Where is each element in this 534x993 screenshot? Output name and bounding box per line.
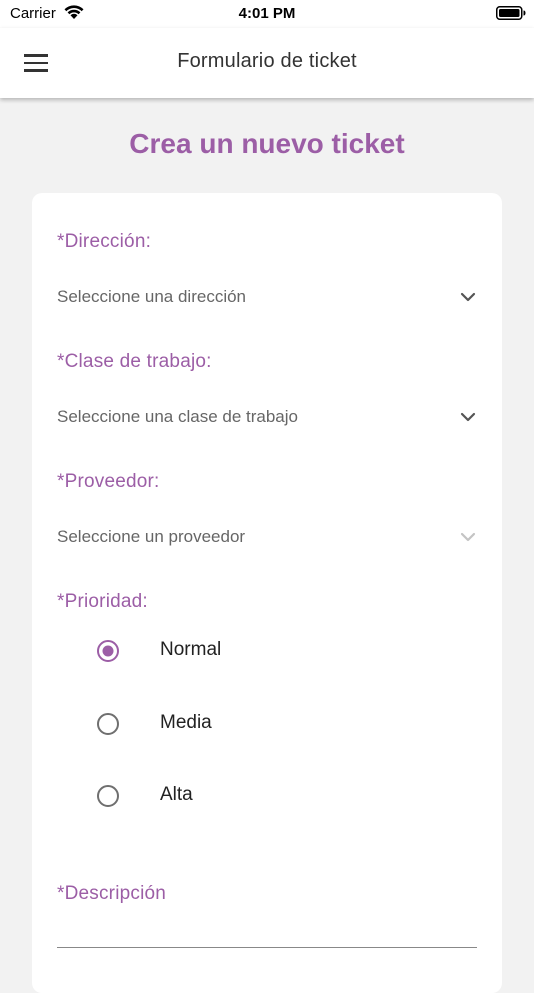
descripcion-label: *Descripción [57, 883, 167, 904]
direccion-select[interactable]: Seleccione una dirección [57, 280, 477, 314]
direccion-label: *Dirección: [57, 231, 152, 252]
app-title: Formulario de ticket [177, 50, 357, 72]
chevron-down-icon [460, 532, 476, 542]
proveedor-label: *Proveedor: [57, 471, 160, 492]
chevron-down-icon [460, 412, 476, 422]
status-bar: Carrier 4:01 PM [0, 0, 534, 28]
ticket-form-card: *Dirección: Seleccione una dirección *Cl… [32, 193, 502, 993]
prioridad-option-media[interactable]: Media [92, 704, 392, 744]
chevron-down-icon [460, 292, 476, 302]
prioridad-option-label: Alta [160, 784, 193, 805]
page-heading: Crea un nuevo ticket [129, 128, 405, 159]
clase-trabajo-select[interactable]: Seleccione una clase de trabajo [57, 400, 477, 434]
prioridad-option-label: Normal [160, 639, 222, 660]
prioridad-label: *Prioridad: [57, 591, 148, 612]
radio-unselected-icon[interactable] [96, 712, 120, 736]
radio-unselected-icon[interactable] [96, 784, 120, 808]
prioridad-option-label: Media [160, 712, 212, 733]
prioridad-option-alta[interactable]: Alta [92, 776, 392, 816]
battery-icon [496, 6, 526, 20]
app-bar: Formulario de ticket [0, 28, 534, 98]
clase-trabajo-placeholder: Seleccione una clase de trabajo [57, 407, 298, 426]
prioridad-option-normal[interactable]: Normal [92, 631, 392, 671]
clase-trabajo-label: *Clase de trabajo: [57, 351, 212, 372]
status-time: 4:01 PM [238, 5, 296, 22]
descripcion-input[interactable] [57, 913, 477, 948]
proveedor-placeholder: Seleccione un proveedor [57, 527, 246, 546]
radio-selected-icon[interactable] [96, 639, 120, 663]
proveedor-select[interactable]: Seleccione un proveedor [57, 520, 477, 554]
direccion-placeholder: Seleccione una dirección [57, 287, 247, 306]
